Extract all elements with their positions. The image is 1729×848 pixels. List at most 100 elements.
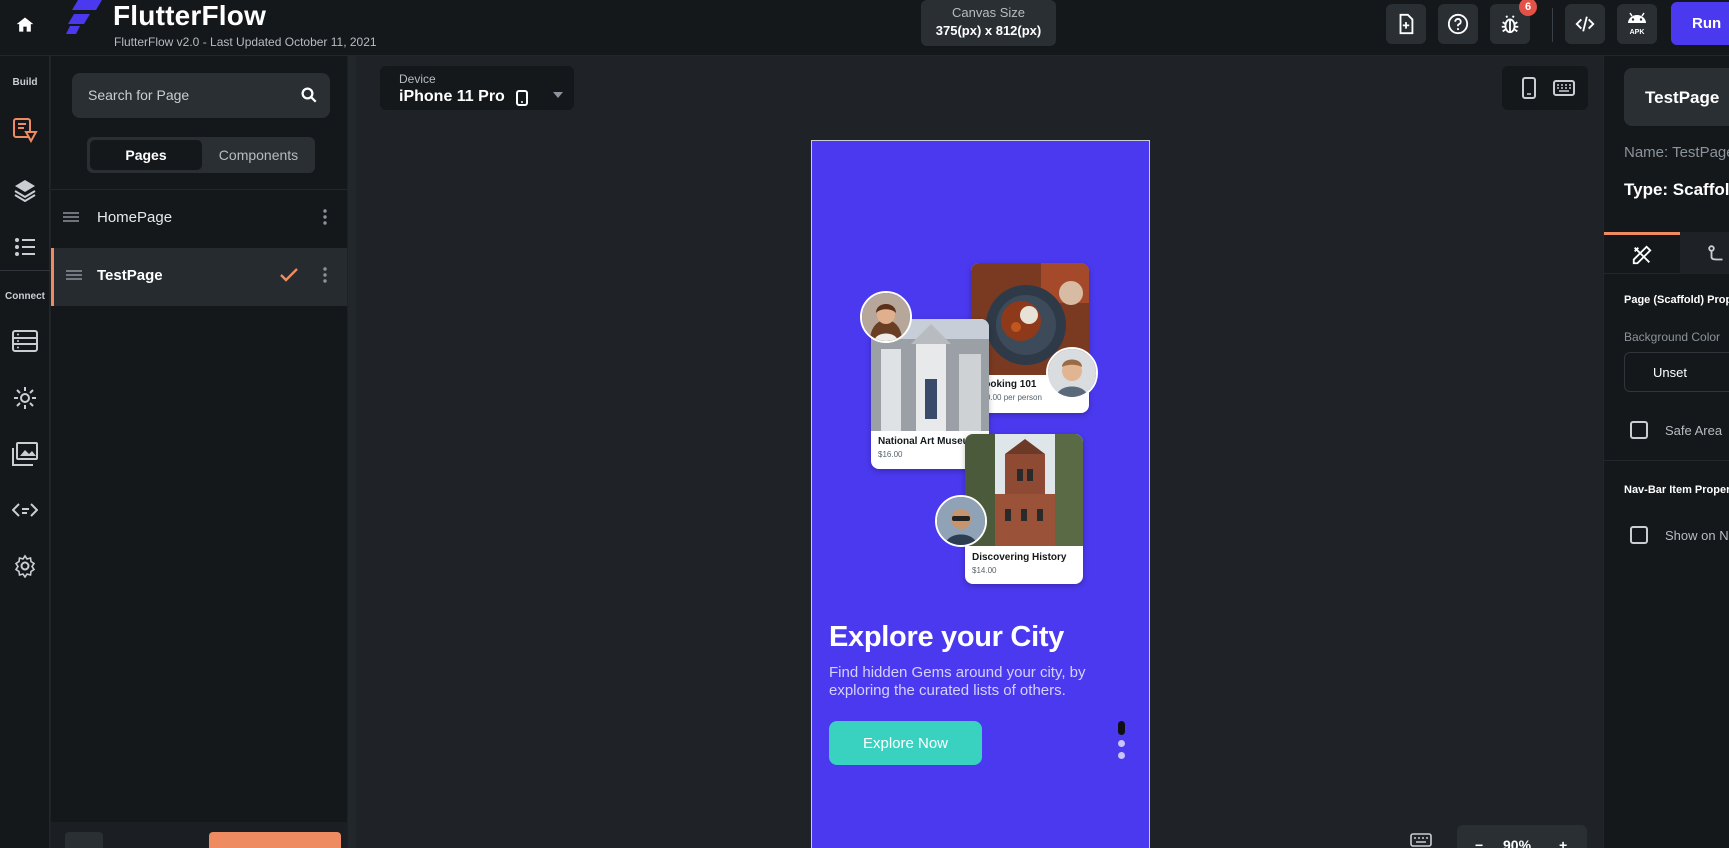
bug-count-badge: 6 (1519, 0, 1537, 16)
bug-report-button[interactable]: 6 (1490, 0, 1537, 44)
page-list-item-testpage[interactable]: TestPage (51, 248, 347, 306)
page-indicator-dot[interactable] (1118, 752, 1125, 759)
section-divider (1604, 460, 1729, 461)
more-options-icon[interactable] (323, 209, 327, 225)
page-name: TestPage (97, 267, 163, 284)
settings-icon (14, 554, 36, 578)
hero-subtitle: Find hidden Gems around your city, by ex… (829, 664, 1086, 699)
card-price: $16.00 (878, 450, 903, 459)
page-properties-section-title: Page (Scaffold) Properties (1624, 294, 1729, 306)
zoom-level: 90% (1503, 837, 1532, 848)
layers-button[interactable] (9, 174, 41, 206)
layers-icon (14, 180, 36, 202)
api-calls-button[interactable] (9, 382, 41, 414)
pages-components-toggle: Pages Components (87, 137, 315, 173)
widget-name-line: Name: TestPage (1624, 144, 1729, 161)
toolbar-divider (1552, 8, 1553, 42)
background-color-value: Unset (1653, 365, 1687, 380)
canvas-size-value: 375(px) x 812(px) (935, 23, 1042, 38)
safe-area-checkbox[interactable] (1630, 421, 1648, 439)
zoom-in-button[interactable]: + (1559, 837, 1567, 848)
background-color-picker[interactable]: Unset (1624, 352, 1729, 392)
page-search-input[interactable]: Search for Page (72, 73, 330, 118)
settings-button[interactable] (9, 550, 41, 582)
media-assets-icon (12, 442, 38, 466)
page-list-item-homepage[interactable]: HomePage (51, 189, 347, 247)
search-placeholder: Search for Page (88, 87, 190, 103)
phone-icon (516, 90, 528, 106)
new-page-button[interactable] (1386, 4, 1426, 44)
keyboard-view-icon[interactable] (1553, 80, 1575, 96)
avatar (860, 291, 912, 343)
card-title: Discovering History (972, 552, 1067, 563)
download-apk-button[interactable]: APK (1617, 4, 1657, 44)
card-price: $14.00 (972, 566, 997, 575)
home-button[interactable] (0, 0, 50, 50)
database-icon (12, 330, 38, 352)
device-label: Device (399, 72, 436, 86)
connect-section-label: Connect (5, 291, 45, 302)
app-version-subtitle: FlutterFlow v2.0 - Last Updated October … (114, 35, 377, 49)
card-title: National Art Museum (878, 436, 978, 447)
grid-view-button[interactable] (65, 832, 103, 848)
avatar-woman-photo (862, 293, 910, 341)
phone-preview[interactable]: Cooking 101 $20.00 per person National A… (811, 140, 1150, 848)
keyboard-icon[interactable] (1410, 833, 1432, 847)
page-name-header: TestPage (1624, 68, 1729, 126)
widget-palette-button[interactable] (9, 114, 41, 146)
preview-mode-toggle (1502, 66, 1588, 110)
media-assets-button[interactable] (9, 438, 41, 470)
hero-title: Explore your City (829, 621, 1065, 653)
page-indicator-dot[interactable] (1118, 740, 1125, 747)
bug-icon (1501, 15, 1519, 34)
navbar-properties-section-title: Nav-Bar Item Properties (1624, 484, 1729, 496)
show-on-navbar-checkbox[interactable] (1630, 526, 1648, 544)
tab-pages[interactable]: Pages (90, 140, 202, 170)
device-value: iPhone 11 Pro (399, 88, 505, 105)
device-selector[interactable]: Device iPhone 11 Pro (380, 66, 574, 110)
canvas-size-display: Canvas Size 375(px) x 812(px) (921, 0, 1056, 46)
widget-tree-button[interactable] (9, 231, 41, 263)
custom-code-button[interactable] (9, 494, 41, 526)
tab-actions[interactable] (1680, 232, 1729, 274)
rail-divider (0, 270, 50, 271)
design-tools-icon (1632, 244, 1652, 264)
page-indicator-dot-active[interactable] (1118, 721, 1125, 735)
drag-handle-icon[interactable] (63, 209, 79, 225)
tab-properties[interactable] (1604, 232, 1680, 274)
page-name: HomePage (97, 209, 173, 226)
tab-components[interactable]: Components (205, 140, 312, 170)
android-apk-icon: APK (1628, 12, 1646, 36)
apk-label: APK (1630, 29, 1645, 36)
avatar (1046, 347, 1098, 399)
zoom-control: − 90% + (1457, 825, 1587, 848)
run-button[interactable]: Run (1671, 2, 1729, 45)
chevron-down-icon (553, 92, 563, 98)
avatar (935, 495, 987, 547)
view-code-button[interactable] (1565, 4, 1605, 44)
properties-tabs (1604, 232, 1729, 274)
explore-now-button[interactable]: Explore Now (829, 721, 982, 765)
top-bar: FlutterFlow FlutterFlow v2.0 - Last Upda… (0, 0, 1729, 56)
flutterflow-logo-icon (66, 0, 102, 34)
tree-list-icon (15, 238, 35, 256)
new-page-icon (1399, 13, 1414, 35)
api-gear-icon (14, 387, 36, 409)
more-options-icon[interactable] (323, 267, 327, 283)
database-button[interactable] (9, 325, 41, 357)
left-navigation-rail: Build Connect (0, 56, 50, 848)
search-icon (301, 87, 317, 103)
help-button[interactable] (1438, 4, 1478, 44)
properties-panel: TestPage Name: TestPage Type: Scaffold P… (1603, 56, 1729, 848)
widget-palette-icon (13, 118, 38, 143)
phone-view-icon[interactable] (1522, 77, 1536, 99)
add-page-button[interactable] (209, 832, 341, 848)
checkmark-icon (280, 268, 298, 282)
code-icon (1575, 16, 1595, 32)
drag-handle-icon[interactable] (66, 267, 82, 283)
background-color-label: Background Color (1624, 330, 1721, 344)
pages-panel: Search for Page Pages Components HomePag… (51, 56, 357, 848)
avatar-man-photo (1048, 349, 1096, 397)
zoom-out-button[interactable]: − (1475, 837, 1483, 848)
safe-area-label: Safe Area (1665, 423, 1723, 438)
